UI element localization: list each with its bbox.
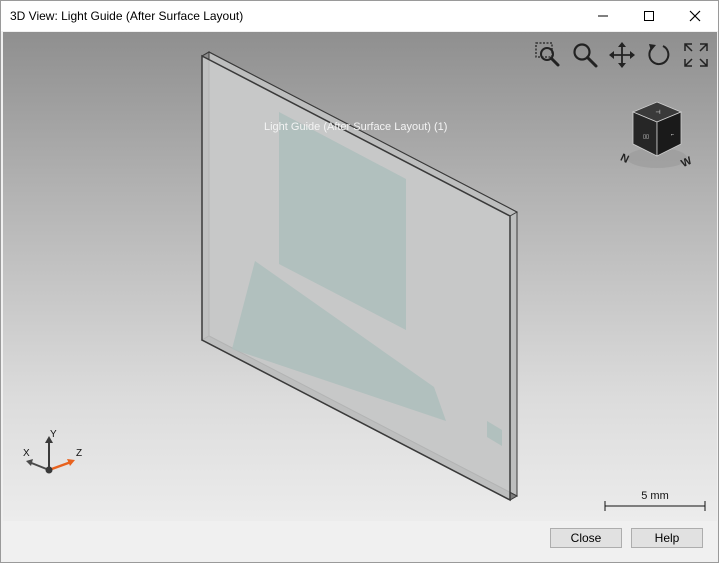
axis-z-label: Z [76,448,82,459]
help-button[interactable]: Help [631,528,703,548]
zoom-button[interactable] [570,40,600,70]
view-cube-right-text: ⌐ [671,132,674,138]
zoom-window-button[interactable] [533,40,563,70]
minimize-icon [598,15,608,17]
axis-x-label: X [23,448,30,459]
maximize-icon [644,11,654,21]
maximize-button[interactable] [626,1,672,31]
compass-n-label: N [618,152,630,166]
zoom-window-icon [535,42,560,67]
view-cube-front-text: ▯▯ [643,134,649,140]
window-title: 3D View: Light Guide (After Surface Layo… [10,9,244,23]
axis-y-label: Y [50,429,57,440]
title-bar[interactable]: 3D View: Light Guide (After Surface Layo… [1,1,718,31]
close-icon [689,10,701,22]
close-window-button[interactable] [672,1,718,31]
fit-all-icon [684,43,708,67]
zoom-icon [573,43,598,68]
pan-icon [609,42,635,68]
axis-triad: Y X Z [23,429,82,474]
minimize-button[interactable] [580,1,626,31]
dialog-footer: Close Help [1,522,718,562]
object-label: Light Guide (After Surface Layout) (1) [264,121,448,133]
dialog-window: 3D View: Light Guide (After Surface Layo… [0,0,719,563]
view-cube[interactable]: ⊣ ▯▯ ⌐ N W [617,98,697,178]
close-button[interactable]: Close [550,528,622,548]
pan-button[interactable] [607,40,637,70]
rotate-button[interactable] [644,40,674,70]
scale-bar-line [604,501,706,511]
fit-all-button[interactable] [681,40,711,70]
3d-viewport[interactable]: Light Guide (After Surface Layout) (1) ⊣… [3,32,717,521]
view-cube-top-text: ⊣ [655,109,660,116]
light-guide-model[interactable] [3,32,717,521]
scale-bar: 5 mm [603,490,707,512]
rotate-icon [648,44,670,66]
